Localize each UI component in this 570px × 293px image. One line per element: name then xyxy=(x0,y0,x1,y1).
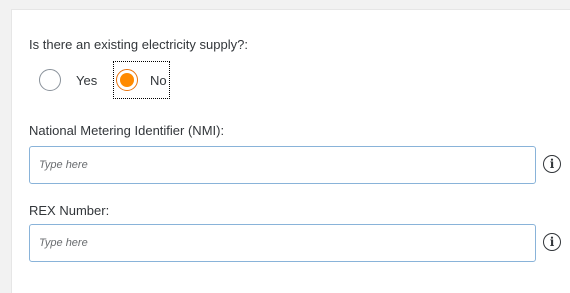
rex-label: REX Number: xyxy=(29,203,110,218)
rex-info-icon[interactable]: i xyxy=(543,233,561,251)
radio-no[interactable]: No xyxy=(113,61,170,99)
radio-yes[interactable]: Yes xyxy=(39,62,97,98)
rex-input[interactable] xyxy=(29,224,536,262)
radio-no-circle[interactable] xyxy=(116,69,138,91)
nmi-input[interactable] xyxy=(29,146,536,184)
radio-yes-label[interactable]: Yes xyxy=(76,73,97,88)
supply-question-label: Is there an existing electricity supply?… xyxy=(29,37,248,52)
nmi-label: National Metering Identifier (NMI): xyxy=(29,123,225,138)
nmi-info-icon[interactable]: i xyxy=(543,155,561,173)
radio-no-label[interactable]: No xyxy=(150,73,167,88)
radio-yes-circle[interactable] xyxy=(39,69,61,91)
